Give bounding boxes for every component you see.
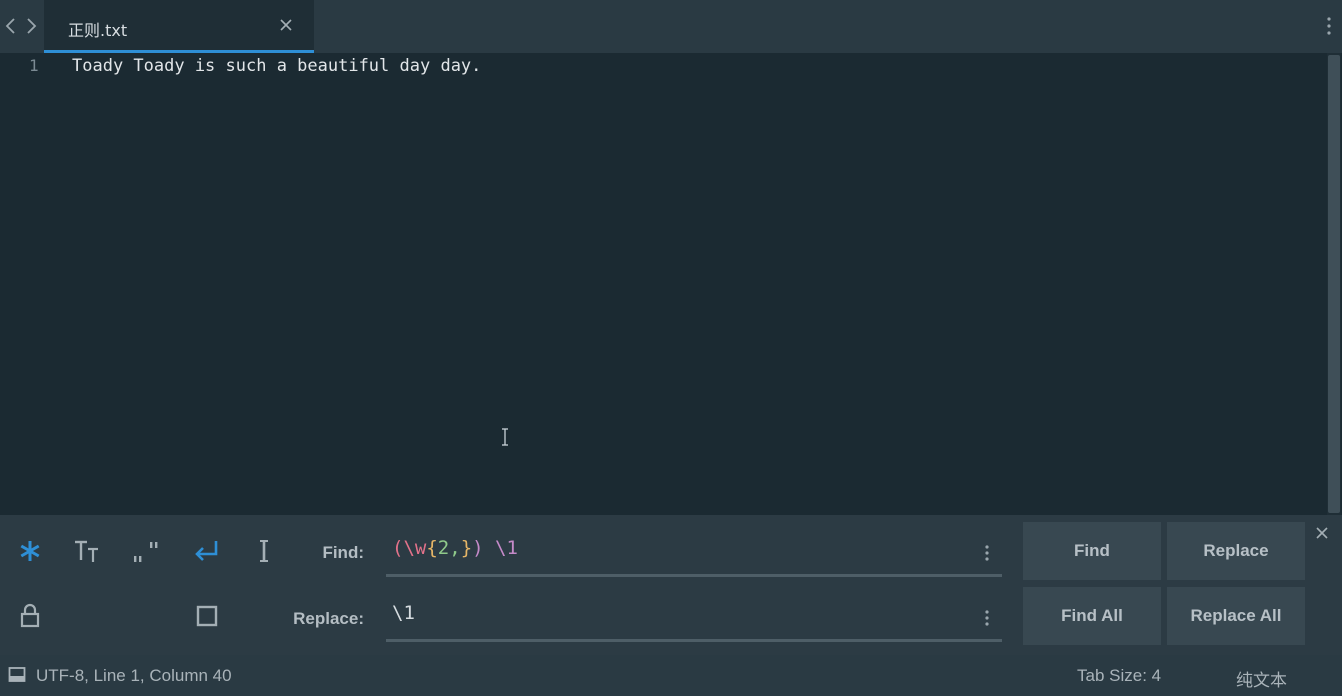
find-label: Find: bbox=[322, 543, 364, 562]
find-replace-panel: Find: Replace: (\w{2,}) \1 \1 Find Repla… bbox=[0, 515, 1342, 655]
find-token: 2, bbox=[437, 537, 461, 559]
find-token: \w bbox=[403, 537, 427, 559]
close-icon[interactable] bbox=[1314, 525, 1330, 541]
editor-area[interactable]: 1 Toady Toady is such a beautiful day da… bbox=[0, 53, 1342, 515]
more-vertical-icon[interactable] bbox=[1322, 14, 1336, 38]
replace-label: Replace: bbox=[293, 609, 364, 628]
wrap-toggle-icon[interactable] bbox=[190, 534, 224, 568]
find-all-button[interactable]: Find All bbox=[1023, 587, 1161, 645]
preserve-case-toggle-icon[interactable] bbox=[13, 599, 47, 633]
close-icon[interactable] bbox=[278, 17, 294, 33]
find-token bbox=[484, 537, 495, 559]
text-cursor-icon bbox=[500, 427, 510, 447]
find-input[interactable]: (\w{2,}) \1 bbox=[386, 529, 1002, 577]
replace-all-button[interactable]: Replace All bbox=[1167, 587, 1305, 645]
find-token: { bbox=[426, 537, 438, 559]
tab-title: 正则.txt bbox=[68, 21, 128, 40]
chevron-right-icon[interactable] bbox=[24, 16, 38, 36]
line-number: 1 bbox=[29, 56, 39, 75]
tab-file[interactable]: 正则.txt bbox=[44, 0, 314, 53]
panel-toggle-icon[interactable] bbox=[8, 666, 26, 684]
replace-button[interactable]: Replace bbox=[1167, 522, 1305, 580]
find-token: ( bbox=[392, 537, 404, 559]
status-bar: UTF-8, Line 1, Column 40 Tab Size: 4 纯文本 bbox=[0, 655, 1342, 696]
scrollbar-thumb[interactable] bbox=[1328, 55, 1340, 513]
whole-word-toggle-icon[interactable] bbox=[128, 534, 162, 568]
find-token: } bbox=[460, 537, 473, 559]
more-vertical-icon[interactable] bbox=[982, 608, 992, 628]
find-button[interactable]: Find bbox=[1023, 522, 1161, 580]
case-sensitive-toggle-icon[interactable] bbox=[70, 534, 104, 568]
chevron-left-icon[interactable] bbox=[4, 16, 18, 36]
status-tab-size[interactable]: Tab Size: 4 bbox=[1077, 666, 1161, 686]
more-vertical-icon[interactable] bbox=[982, 543, 992, 563]
tab-bar: 正则.txt bbox=[0, 0, 1342, 53]
status-position: UTF-8, Line 1, Column 40 bbox=[36, 666, 232, 685]
replace-input[interactable]: \1 bbox=[386, 594, 1002, 642]
editor-line[interactable]: Toady Toady is such a beautiful day day. bbox=[72, 56, 481, 76]
find-input-value: (\w{2,}) \1 bbox=[392, 537, 518, 559]
find-token: \1 bbox=[495, 537, 518, 559]
replace-input-value: \1 bbox=[392, 602, 415, 624]
regex-toggle-icon[interactable] bbox=[13, 534, 47, 568]
find-token: ) bbox=[472, 537, 484, 559]
highlight-matches-toggle-icon[interactable] bbox=[190, 599, 224, 633]
status-syntax[interactable]: 纯文本 bbox=[1236, 666, 1287, 691]
